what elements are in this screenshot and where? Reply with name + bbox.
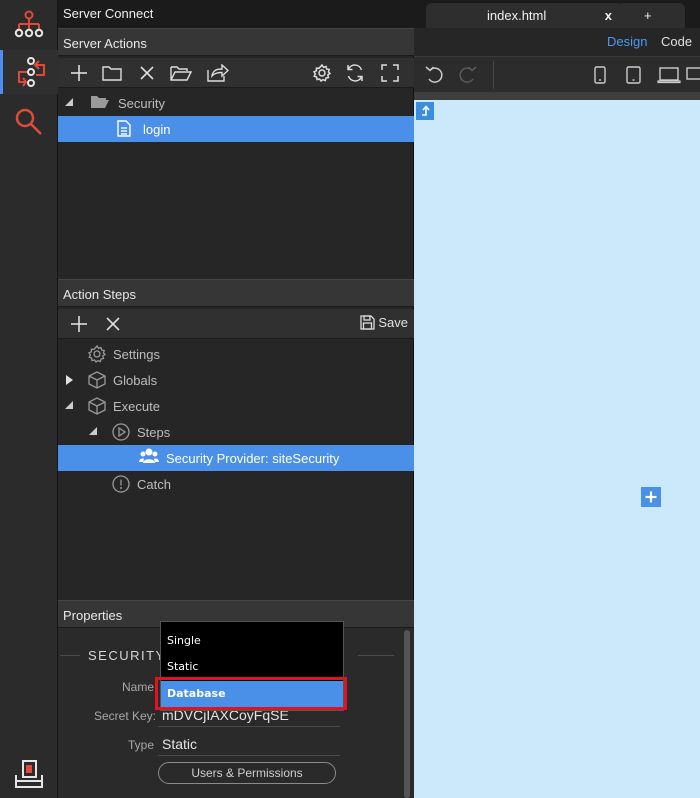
- code-view-tab[interactable]: Code: [661, 34, 692, 49]
- redo-icon[interactable]: [454, 57, 480, 93]
- step-label: Globals: [113, 373, 158, 388]
- tree-item-security-folder[interactable]: Security: [58, 90, 414, 116]
- properties-title: Properties: [63, 608, 123, 623]
- design-view-tab[interactable]: Design: [607, 34, 647, 49]
- cube-icon: [88, 371, 106, 389]
- server-actions-header: Server Actions: [58, 28, 414, 56]
- select-parent-icon[interactable]: [416, 102, 434, 120]
- group-title-left: SECURITY: [88, 648, 166, 663]
- users-icon: [139, 448, 159, 463]
- step-execute[interactable]: Execute: [58, 393, 414, 419]
- step-label: Execute: [113, 399, 160, 414]
- action-steps-header: Action Steps: [58, 279, 414, 307]
- design-canvas[interactable]: [414, 100, 700, 798]
- server-actions-title: Server Actions: [63, 36, 147, 51]
- left-icon-rail: [0, 0, 58, 798]
- dropdown-option-single[interactable]: Single: [161, 628, 343, 654]
- refresh-icon[interactable]: [340, 58, 370, 88]
- tree-item-login[interactable]: login: [58, 116, 414, 142]
- remove-step-icon[interactable]: [98, 309, 128, 339]
- collapse-caret-icon[interactable]: [65, 401, 73, 409]
- alert-circle-icon: [112, 475, 130, 493]
- field-underline: [158, 755, 340, 756]
- step-label: Settings: [113, 347, 160, 362]
- sitemap-icon[interactable]: [0, 2, 58, 46]
- open-folder-icon[interactable]: [166, 58, 196, 88]
- phone-view-icon[interactable]: [590, 57, 610, 93]
- canvas-ruler: [414, 92, 700, 100]
- step-settings[interactable]: Settings: [58, 341, 414, 367]
- step-catch[interactable]: Catch: [58, 471, 414, 497]
- search-icon[interactable]: [0, 100, 58, 144]
- divider: [358, 655, 394, 656]
- play-circle-icon: [112, 423, 130, 441]
- collapse-caret-icon[interactable]: [89, 427, 97, 435]
- server-connect-icon[interactable]: [0, 50, 58, 94]
- save-label: Save: [378, 315, 408, 330]
- file-icon: [117, 120, 131, 137]
- export-icon[interactable]: [0, 752, 58, 796]
- field-underline: [158, 726, 340, 727]
- type-select[interactable]: Static: [162, 736, 197, 752]
- tab-label: index.html: [487, 8, 547, 23]
- action-steps-toolbar: Save: [58, 309, 414, 339]
- new-folder-icon[interactable]: [97, 58, 127, 88]
- cube-icon: [88, 397, 106, 415]
- highlight-annotation-box: [155, 677, 347, 710]
- device-toolbar: [414, 56, 700, 92]
- save-button[interactable]: Save: [360, 315, 408, 330]
- step-security-provider[interactable]: Security Provider: siteSecurity: [58, 445, 414, 471]
- delete-icon[interactable]: [132, 58, 162, 88]
- collapse-caret-icon[interactable]: [65, 98, 73, 106]
- gear-icon: [88, 345, 106, 363]
- expand-caret-icon[interactable]: [66, 375, 73, 385]
- floppy-disk-icon: [360, 315, 376, 330]
- close-tab-icon[interactable]: x: [605, 8, 612, 23]
- view-mode-bar: Design Code: [414, 28, 700, 56]
- action-steps-title: Action Steps: [63, 287, 136, 302]
- properties-scrollbar[interactable]: [404, 630, 410, 798]
- name-label: Name: [121, 680, 154, 694]
- step-steps[interactable]: Steps: [58, 419, 414, 445]
- open-folder-icon: [91, 96, 109, 108]
- new-tab-button[interactable]: +: [617, 3, 685, 28]
- add-icon[interactable]: [64, 58, 94, 88]
- step-globals[interactable]: Globals: [58, 367, 414, 393]
- step-label: Security Provider: siteSecurity: [166, 451, 340, 466]
- undo-icon[interactable]: [422, 57, 448, 93]
- fullscreen-icon[interactable]: [375, 58, 405, 88]
- editor-area: index.html x + Design Code: [414, 0, 700, 798]
- app-title: Server Connect: [63, 6, 154, 21]
- divider: [60, 655, 80, 656]
- tree-item-label: login: [143, 122, 171, 137]
- step-label: Catch: [137, 477, 171, 492]
- laptop-view-icon[interactable]: [656, 57, 682, 93]
- step-label: Steps: [137, 425, 171, 440]
- document-tabs: index.html x +: [414, 0, 700, 28]
- settings-gear-icon[interactable]: [307, 58, 337, 88]
- tablet-view-icon[interactable]: [622, 57, 644, 93]
- share-icon[interactable]: [203, 58, 233, 88]
- tab-index-html[interactable]: index.html x: [426, 3, 622, 28]
- tree-item-label: Security: [118, 96, 165, 111]
- panel-title-bar: Server Connect: [58, 0, 414, 28]
- type-label: Type: [127, 738, 154, 752]
- secret-key-label: Secret Key:: [93, 709, 156, 723]
- users-permissions-button[interactable]: Users & Permissions: [158, 762, 336, 784]
- toolbar-divider: [493, 61, 494, 89]
- server-actions-toolbar: [58, 58, 414, 88]
- add-step-icon[interactable]: [64, 309, 94, 339]
- add-element-icon[interactable]: [641, 487, 661, 507]
- new-tab-plus-icon: +: [644, 8, 652, 23]
- desktop-view-icon[interactable]: [686, 57, 700, 93]
